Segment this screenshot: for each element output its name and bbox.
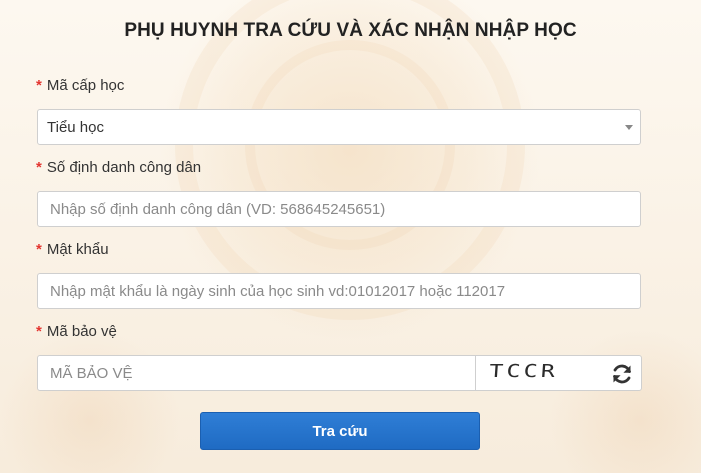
level-select[interactable]: Tiểu học — [37, 109, 641, 145]
level-label: * Mã cấp học — [36, 77, 124, 94]
page-title: PHỤ HUYNH TRA CỨU VÀ XÁC NHẬN NHẬP HỌC — [124, 20, 577, 41]
search-button[interactable]: Tra cứu — [200, 412, 480, 450]
chevron-down-icon — [625, 125, 633, 130]
citizen-id-input[interactable] — [37, 191, 641, 227]
required-marker: * — [36, 323, 42, 340]
password-label-text: Mật khẩu — [46, 241, 109, 258]
level-select-value: Tiểu học — [47, 119, 104, 136]
captcha-group: TCCR — [37, 355, 642, 391]
captcha-label-text: Mã bảo vệ — [46, 323, 117, 340]
captcha-text: TCCR — [490, 361, 559, 381]
password-label: * Mật khẩu — [36, 241, 109, 258]
required-marker: * — [36, 159, 42, 176]
lookup-form: PHỤ HUYNH TRA CỨU VÀ XÁC NHẬN NHẬP HỌC *… — [0, 0, 701, 473]
required-marker: * — [36, 77, 42, 94]
citizen-id-label: * Số định danh công dân — [36, 159, 201, 176]
password-input[interactable] — [37, 273, 641, 309]
citizen-id-label-text: Số định danh công dân — [46, 159, 202, 176]
captcha-input[interactable] — [38, 356, 476, 390]
level-label-text: Mã cấp học — [46, 77, 125, 94]
refresh-icon[interactable] — [610, 362, 634, 386]
captcha-image: TCCR — [490, 361, 590, 385]
required-marker: * — [36, 241, 42, 258]
captcha-label: * Mã bảo vệ — [36, 323, 117, 340]
